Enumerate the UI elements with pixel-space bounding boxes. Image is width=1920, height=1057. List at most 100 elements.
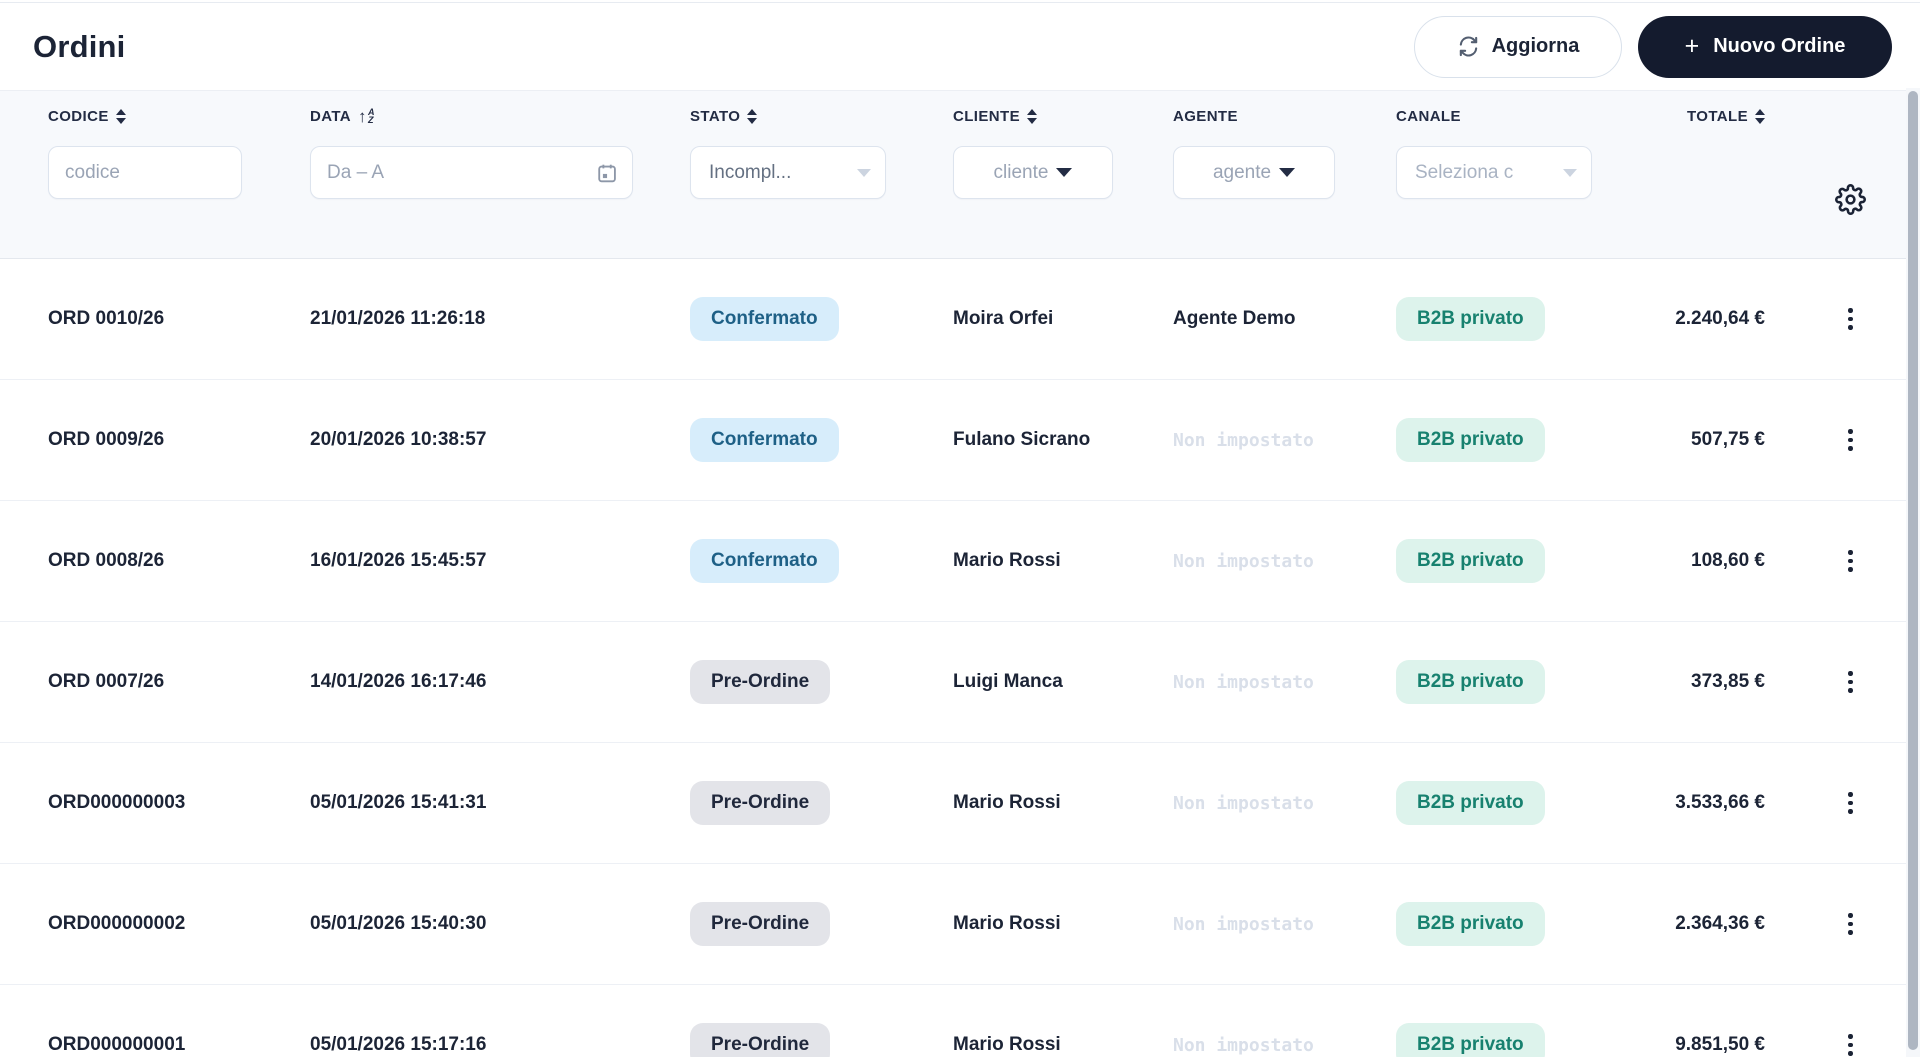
codice-filter: [48, 146, 242, 199]
order-actions-cell: [1765, 784, 1906, 822]
column-header-data[interactable]: DATA ↑ A Z: [310, 104, 375, 128]
status-badge: Pre-Ordine: [690, 781, 831, 825]
page-header: Ordini Aggiorna + Nuovo Ordine: [0, 3, 1920, 91]
order-channel-cell: B2B privato: [1396, 902, 1596, 946]
sort-icon: [1026, 108, 1037, 124]
new-order-button-label: Nuovo Ordine: [1713, 35, 1846, 57]
channel-badge: B2B privato: [1396, 902, 1545, 946]
new-order-button[interactable]: + Nuovo Ordine: [1638, 15, 1892, 78]
order-channel-cell: B2B privato: [1396, 660, 1596, 704]
vertical-scrollbar[interactable]: [1906, 88, 1920, 1057]
column-label-cliente: CLIENTE: [953, 107, 1020, 125]
order-date: 16/01/2026 15:45:57: [310, 550, 487, 571]
table-row[interactable]: ORD000000003 05/01/2026 15:41:31 Pre-Ord…: [0, 743, 1906, 864]
channel-badge: B2B privato: [1396, 297, 1545, 341]
cliente-filter-dropdown[interactable]: cliente: [953, 146, 1113, 199]
filter-col-agente: AGENTE agente: [1173, 104, 1396, 258]
table-settings-button[interactable]: [1835, 184, 1866, 218]
column-label-agente: AGENTE: [1173, 107, 1238, 125]
row-menu-button[interactable]: [1840, 300, 1861, 338]
order-status-cell: Confermato: [690, 297, 953, 341]
codice-filter-input[interactable]: [49, 161, 241, 184]
row-menu-button[interactable]: [1840, 542, 1861, 580]
order-agent: Agente Demo: [1173, 308, 1296, 329]
order-customer: Mario Rossi: [953, 1034, 1061, 1055]
table-row[interactable]: ORD000000002 05/01/2026 15:40:30 Pre-Ord…: [0, 864, 1906, 985]
filter-col-totale: TOTALE: [1596, 104, 1765, 258]
table-row[interactable]: ORD000000001 05/01/2026 15:17:16 Pre-Ord…: [0, 985, 1906, 1057]
column-label-codice: CODICE: [48, 107, 109, 125]
canale-filter-placeholder: Seleziona c: [1415, 161, 1514, 183]
orders-page: Ordini Aggiorna + Nuovo Ordine CODICE co…: [0, 0, 1920, 1057]
date-range-input[interactable]: [311, 161, 596, 184]
row-menu-icon: [1848, 308, 1853, 313]
sort-asc-icon: ↑ A Z: [358, 106, 375, 126]
order-date: 20/01/2026 10:38:57: [310, 429, 487, 450]
chevron-down-icon: [1279, 168, 1296, 177]
orders-table-body: ORD 0010/26 21/01/2026 11:26:18 Conferma…: [0, 259, 1906, 1057]
plus-icon: +: [1684, 32, 1700, 60]
order-code: ORD 0010/26: [48, 308, 165, 329]
stato-filter-value: Incompl...: [709, 161, 792, 183]
row-menu-icon: [1848, 913, 1853, 918]
agente-filter-dropdown[interactable]: agente: [1173, 146, 1335, 199]
order-customer: Moira Orfei: [953, 308, 1054, 329]
table-row[interactable]: ORD 0009/26 20/01/2026 10:38:57 Conferma…: [0, 380, 1906, 501]
row-menu-button[interactable]: [1840, 663, 1861, 701]
column-label-data: DATA: [310, 107, 352, 125]
row-menu-button[interactable]: [1840, 1026, 1861, 1057]
refresh-button[interactable]: Aggiorna: [1414, 15, 1622, 78]
row-menu-icon: [1848, 671, 1853, 676]
order-customer: Luigi Manca: [953, 671, 1063, 692]
column-header-cliente[interactable]: CLIENTE: [953, 104, 1037, 128]
filter-col-canale: CANALE Seleziona c: [1396, 104, 1596, 258]
order-channel-cell: B2B privato: [1396, 781, 1596, 825]
chevron-down-icon: [857, 168, 871, 177]
order-total: 108,60 €: [1691, 550, 1765, 571]
table-row[interactable]: ORD 0008/26 16/01/2026 15:45:57 Conferma…: [0, 501, 1906, 622]
row-menu-icon: [1848, 1034, 1853, 1039]
order-actions-cell: [1765, 905, 1906, 943]
agente-filter-placeholder: agente: [1212, 161, 1272, 183]
canale-filter-select[interactable]: Seleziona c: [1396, 146, 1592, 199]
order-actions-cell: [1765, 663, 1906, 701]
table-row[interactable]: ORD 0010/26 21/01/2026 11:26:18 Conferma…: [0, 259, 1906, 380]
order-code: ORD 0009/26: [48, 429, 165, 450]
column-header-totale[interactable]: TOTALE: [1687, 104, 1765, 128]
column-header-stato[interactable]: STATO: [690, 104, 758, 128]
order-status-cell: Confermato: [690, 418, 953, 462]
channel-badge: B2B privato: [1396, 539, 1545, 583]
order-total: 2.240,64 €: [1675, 308, 1765, 329]
order-channel-cell: B2B privato: [1396, 297, 1596, 341]
status-badge: Confermato: [690, 297, 839, 341]
row-menu-button[interactable]: [1840, 421, 1861, 459]
row-menu-button[interactable]: [1840, 784, 1861, 822]
row-menu-icon: [1848, 550, 1853, 555]
status-badge: Confermato: [690, 418, 839, 462]
status-badge: Confermato: [690, 539, 839, 583]
calendar-icon[interactable]: [596, 161, 618, 185]
order-code: ORD000000001: [48, 1034, 186, 1055]
column-header-codice[interactable]: CODICE: [48, 104, 126, 128]
filter-col-cliente: CLIENTE cliente: [953, 104, 1173, 258]
order-agent: Non impostato: [1173, 671, 1314, 693]
stato-filter-select[interactable]: Incompl...: [690, 146, 886, 199]
filter-col-actions: [1765, 104, 1906, 258]
refresh-button-label: Aggiorna: [1491, 35, 1580, 57]
order-agent: Non impostato: [1173, 550, 1314, 572]
order-total: 3.533,66 €: [1675, 792, 1765, 813]
order-channel-cell: B2B privato: [1396, 418, 1596, 462]
order-actions-cell: [1765, 421, 1906, 459]
order-code: ORD000000002: [48, 913, 186, 934]
filter-col-data: DATA ↑ A Z: [310, 104, 690, 258]
column-label-canale: CANALE: [1396, 107, 1461, 125]
gear-icon: [1835, 184, 1866, 215]
filter-col-stato: STATO Incompl...: [690, 104, 953, 258]
scrollbar-thumb[interactable]: [1908, 91, 1918, 1050]
chevron-down-icon: [1563, 168, 1577, 177]
row-menu-button[interactable]: [1840, 905, 1861, 943]
order-agent: Non impostato: [1173, 913, 1314, 935]
order-date: 14/01/2026 16:17:46: [310, 671, 487, 692]
channel-badge: B2B privato: [1396, 660, 1545, 704]
table-row[interactable]: ORD 0007/26 14/01/2026 16:17:46 Pre-Ordi…: [0, 622, 1906, 743]
